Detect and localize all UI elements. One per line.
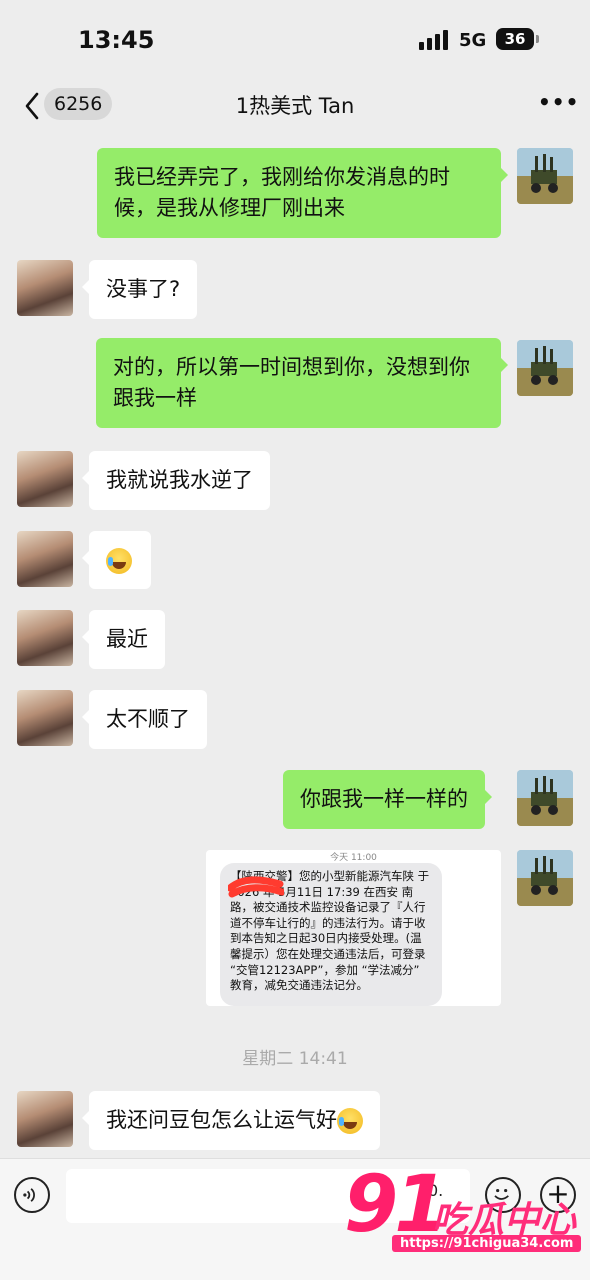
- my-avatar[interactable]: [517, 340, 573, 396]
- more-options-icon[interactable]: •••: [538, 90, 578, 118]
- contact-avatar[interactable]: [17, 531, 73, 587]
- image-message[interactable]: 今天 11:00 【陕西交警】您的小型新能源汽车陕 于 2026 年 5月11日…: [206, 850, 501, 1006]
- signal-icon: [419, 30, 449, 50]
- message-bubble-incoming[interactable]: 我还问豆包怎么让运气好: [82, 1091, 380, 1150]
- message-bubble-incoming[interactable]: 没事了?: [81, 260, 198, 319]
- my-avatar[interactable]: [517, 770, 573, 826]
- message-bubble-outgoing[interactable]: 我已经弄完了，我刚给你发消息的时候，是我从修理厂刚出来: [97, 148, 508, 238]
- watermark-url: https://91chigua34.com: [392, 1235, 582, 1252]
- chat-timestamp: 星期二 14:41: [242, 1049, 348, 1069]
- screenshot-time: 今天 11:00: [330, 853, 377, 863]
- laugh-cry-emoji-icon: [106, 548, 132, 574]
- contact-avatar[interactable]: [17, 690, 73, 746]
- my-avatar[interactable]: [517, 148, 573, 204]
- chat-header: 6256 1热美式 Tan •••: [0, 78, 590, 134]
- message-bubble-incoming[interactable]: [82, 531, 151, 589]
- status-time: 13:45: [78, 26, 155, 54]
- message-bubble-outgoing[interactable]: 你跟我一样一样的: [283, 770, 492, 829]
- site-watermark: 91 吃瓜中心 https://91chigua34.com: [344, 1165, 584, 1265]
- network-type: 5G: [459, 30, 487, 51]
- message-bubble-outgoing[interactable]: 对的，所以第一时间想到你，没想到你跟我一样: [96, 338, 508, 428]
- laugh-cry-emoji-icon: [337, 1108, 363, 1134]
- message-bubble-incoming[interactable]: 我就说我水逆了: [82, 451, 270, 510]
- message-bubble-incoming[interactable]: 最近: [82, 610, 165, 669]
- voice-input-icon[interactable]: [14, 1177, 50, 1213]
- contact-avatar[interactable]: [17, 260, 73, 316]
- chat-title: 1热美式 Tan: [235, 94, 355, 118]
- redaction-scribble: [228, 876, 284, 898]
- contact-avatar[interactable]: [17, 1091, 73, 1147]
- contact-avatar[interactable]: [17, 610, 73, 666]
- status-bar: 13:45 5G 36: [0, 0, 590, 78]
- message-text: 我还问豆包怎么让运气好: [106, 1108, 337, 1132]
- watermark-logo-number: 91: [344, 1160, 449, 1250]
- contact-avatar[interactable]: [17, 451, 73, 507]
- battery-icon: 36: [496, 28, 539, 50]
- my-avatar[interactable]: [517, 850, 573, 906]
- message-bubble-incoming[interactable]: 太不顺了: [82, 690, 207, 749]
